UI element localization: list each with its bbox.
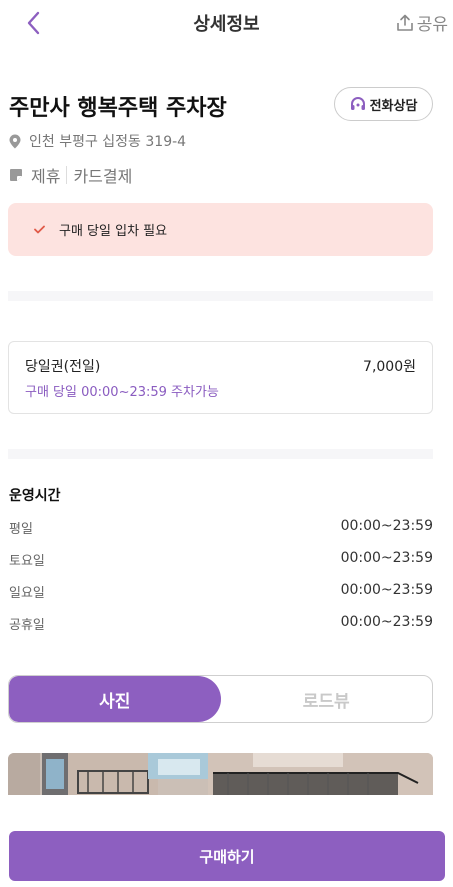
operating-hours-title: 운영시간 xyxy=(9,488,61,504)
headset-icon xyxy=(350,97,365,110)
ticket-option-card[interactable]: 당일권(전일) 7,000원 구매 당일 00:00~23:59 주차가능 xyxy=(8,341,433,414)
hours-time: 00:00~23:59 xyxy=(340,582,433,598)
ticket-price: 7,000원 xyxy=(363,359,416,375)
tag-card-payment: 카드결제 xyxy=(73,167,133,186)
hours-time: 00:00~23:59 xyxy=(340,518,433,534)
check-icon xyxy=(34,225,45,234)
hours-day: 일요일 xyxy=(9,586,45,601)
parking-detail-page: 상세정보 공유 주만사 행복주택 주차장 전화상담 인천 부평구 십정동 319… xyxy=(0,0,453,887)
parking-lot-name: 주만사 행복주택 주차장 xyxy=(9,96,227,121)
tag-list: 제휴 카드결제 xyxy=(31,163,132,187)
entry-notice: 구매 당일 입차 필요 xyxy=(8,203,433,256)
purchase-button[interactable]: 구매하기 xyxy=(9,831,445,881)
media-tabs: 사진 로드뷰 xyxy=(8,675,433,723)
hours-row: 공휴일 00:00~23:59 xyxy=(9,614,433,633)
ticket-available-time: 구매 당일 00:00~23:59 주차가능 xyxy=(25,385,219,400)
hours-day: 평일 xyxy=(9,522,33,537)
hours-row: 토요일 00:00~23:59 xyxy=(9,550,433,569)
share-button[interactable]: 공유 xyxy=(396,10,448,35)
tab-roadview[interactable]: 로드뷰 xyxy=(221,676,433,722)
hours-time: 00:00~23:59 xyxy=(340,550,433,566)
phone-consult-label: 전화상담 xyxy=(369,98,418,114)
hours-day: 공휴일 xyxy=(9,618,45,633)
building-photo-image xyxy=(8,753,433,795)
tag-partnership: 제휴 xyxy=(31,167,61,186)
tab-photo[interactable]: 사진 xyxy=(9,676,221,722)
notice-text: 구매 당일 입차 필요 xyxy=(59,224,168,239)
hours-row: 평일 00:00~23:59 xyxy=(9,518,433,537)
address-row: 인천 부평구 십정동 319-4 xyxy=(9,131,186,151)
tag-icon xyxy=(10,169,22,181)
feature-tags: 제휴 카드결제 xyxy=(9,163,132,187)
parking-lot-photo[interactable] xyxy=(8,753,433,795)
section-divider xyxy=(8,291,433,301)
share-label: 공유 xyxy=(416,15,448,35)
hours-day: 토요일 xyxy=(9,554,45,569)
address-text: 인천 부평구 십정동 319-4 xyxy=(29,134,187,150)
ticket-name: 당일권(전일) xyxy=(25,359,101,375)
page-title: 상세정보 xyxy=(193,14,260,35)
phone-consult-button[interactable]: 전화상담 xyxy=(334,87,433,121)
hours-time: 00:00~23:59 xyxy=(340,614,433,630)
top-app-bar: 상세정보 공유 xyxy=(0,0,453,44)
hours-row: 일요일 00:00~23:59 xyxy=(9,582,433,601)
section-divider xyxy=(8,449,433,459)
share-icon xyxy=(396,14,413,31)
tag-divider xyxy=(66,166,68,184)
location-pin-icon xyxy=(9,134,21,148)
